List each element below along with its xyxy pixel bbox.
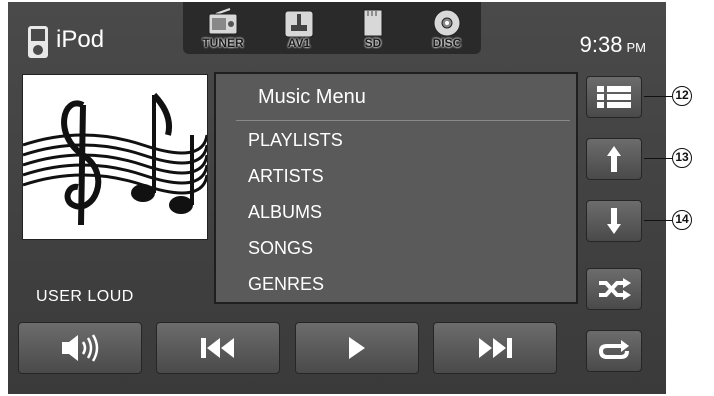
- divider: [236, 120, 570, 121]
- ipod-device-icon: [28, 26, 48, 58]
- music-menu-panel: Music Menu PLAYLISTS ARTISTS ALBUMS SONG…: [214, 72, 578, 304]
- previous-track-icon: [201, 338, 234, 358]
- clock-time: 9:38: [579, 32, 623, 57]
- source-tab-av1[interactable]: AV1: [271, 8, 327, 52]
- source-tab-disc[interactable]: DISC: [419, 8, 475, 52]
- current-source-label: iPod: [56, 26, 105, 53]
- repeat-icon: [598, 340, 629, 359]
- source-tab-label: DISC: [432, 36, 462, 50]
- list-menu-button[interactable]: [586, 76, 642, 118]
- source-tab-label: TUNER: [202, 36, 244, 50]
- scroll-down-button[interactable]: [586, 200, 642, 242]
- callout-12: 12: [644, 86, 692, 106]
- callout-13: 13: [644, 148, 692, 168]
- callout-number: 12: [672, 86, 692, 106]
- scroll-up-button[interactable]: [586, 138, 642, 180]
- source-tab-label: AV1: [287, 36, 311, 50]
- menu-item-artists[interactable]: ARTISTS: [248, 166, 324, 187]
- music-notes-image: [22, 92, 209, 226]
- arrow-down-icon: [607, 208, 621, 234]
- source-tab-sd[interactable]: SD: [345, 8, 401, 52]
- sound-mode-label: USER LOUD: [36, 288, 134, 305]
- menu-item-songs[interactable]: SONGS: [248, 238, 313, 259]
- next-track-button[interactable]: [433, 322, 557, 374]
- volume-button[interactable]: [18, 322, 142, 374]
- repeat-button[interactable]: [586, 330, 642, 372]
- shuffle-icon: [599, 278, 631, 300]
- play-button[interactable]: [295, 322, 419, 374]
- menu-header: Music Menu: [216, 74, 576, 118]
- callout-number: 13: [672, 148, 692, 168]
- shuffle-button[interactable]: [586, 268, 642, 310]
- head-unit-screen: iPod TUNER AV1 SD DISC 9:38 PM Music Men…: [8, 2, 666, 394]
- volume-icon: [62, 334, 99, 362]
- clock: 9:38 PM: [580, 32, 646, 58]
- source-tab-tuner[interactable]: TUNER: [195, 8, 251, 52]
- menu-item-playlists[interactable]: PLAYLISTS: [248, 130, 343, 151]
- source-tab-bar: TUNER AV1 SD DISC: [183, 2, 481, 54]
- disc-icon: [433, 9, 461, 37]
- joystick-icon: [284, 10, 314, 38]
- previous-track-button[interactable]: [156, 322, 280, 374]
- album-art: [22, 74, 209, 240]
- menu-title: Music Menu: [258, 86, 366, 108]
- radio-icon: [208, 8, 238, 35]
- menu-item-genres[interactable]: GENRES: [248, 274, 324, 295]
- arrow-up-icon: [607, 146, 621, 172]
- menu-item-albums[interactable]: ALBUMS: [248, 202, 322, 223]
- next-track-icon: [479, 338, 512, 358]
- callout-14: 14: [644, 210, 692, 230]
- source-tab-label: SD: [364, 36, 382, 50]
- clock-ampm: PM: [626, 40, 647, 55]
- sd-card-icon: [363, 9, 383, 37]
- list-menu-icon: [597, 86, 631, 108]
- play-icon: [349, 337, 365, 359]
- callout-number: 14: [672, 210, 692, 230]
